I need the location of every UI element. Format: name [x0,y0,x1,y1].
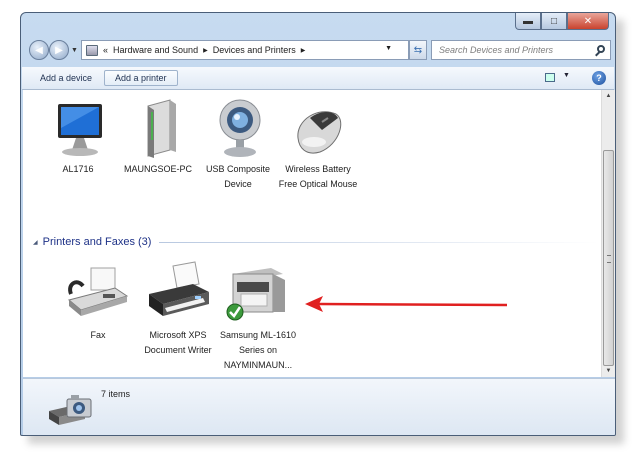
mouse-icon [297,111,342,154]
add-device-button[interactable]: Add a device [30,70,102,86]
change-view-icon[interactable] [545,73,555,82]
printer-label: Samsung ML-1610 Series on NAYMINMAUN... [219,330,297,370]
device-label: AL1716 [62,164,94,174]
search-icon[interactable] [597,45,605,53]
device-label: MAUNGSOE-PC [123,164,192,174]
search-input[interactable]: Search Devices and Printers [431,40,611,60]
add-printer-button[interactable]: Add a printer [104,70,178,86]
device-maungsoe-pc[interactable]: MAUNGSOE-PC [117,98,199,177]
device-usb-composite[interactable]: USB Composite Device [197,98,279,192]
printer-icon [149,261,209,316]
breadcrumb-devices-and-printers[interactable]: Devices and Printers [213,45,296,55]
back-button[interactable]: ◀ [29,40,49,60]
scroll-grip-icon [607,255,611,263]
group-title: Printers and Faxes (3) [42,236,152,248]
webcam-icon [219,99,261,157]
close-button[interactable]: ✕ [567,13,609,30]
printer-default-icon [226,268,285,321]
minimize-button[interactable]: ▬ [515,13,541,30]
help-icon[interactable]: ? [592,71,606,85]
device-label: USB Composite Device [205,164,271,189]
forward-arrow-icon: ▶ [55,44,63,56]
scroll-down-icon[interactable]: ▼ [602,365,615,377]
breadcrumb-separator-icon[interactable]: ▶ [203,47,208,54]
printer-label: Fax [90,330,106,340]
fax-icon [67,267,129,316]
breadcrumb-hardware-and-sound[interactable]: Hardware and Sound [113,45,198,55]
monitor-icon [58,104,102,156]
breadcrumb-separator-icon[interactable]: ▶ [301,47,306,54]
devices-content-pane: AL1716 MAUNGSOE-PC USB Composite Device [23,90,601,377]
refresh-icon: ⇆ [413,44,423,56]
scroll-up-icon[interactable]: ▲ [602,90,615,102]
forward-button[interactable]: ▶ [49,40,69,60]
address-dropdown-icon[interactable]: ▼ [385,45,392,52]
command-bar: Add a device Add a printer ▼ ? [22,67,614,90]
printer-label: Microsoft XPS Document Writer [144,330,212,355]
caption-buttons: ▬ □ ✕ [515,13,609,31]
details-pane: 7 items [23,378,615,435]
device-wireless-mouse[interactable]: Wireless Battery Free Optical Mouse [277,98,359,192]
item-count: 7 items [101,389,131,399]
computer-tower-icon [147,99,176,158]
scrollbar-thumb[interactable] [603,150,614,366]
printer-samsung-ml1610[interactable]: Samsung ML-1610 Series on NAYMINMAUN... [217,260,299,373]
refresh-button[interactable]: ⇆ [409,40,427,60]
back-arrow-icon: ◀ [35,44,43,56]
devices-and-printers-window: ▬ □ ✕ ◀ ▶ ▼ « Hardware and Sound ▶ Devic… [20,12,616,436]
breadcrumb-overflow[interactable]: « [103,45,108,55]
device-label: Wireless Battery Free Optical Mouse [278,164,358,189]
navigation-bar: ◀ ▶ ▼ « Hardware and Sound ▶ Devices and… [21,37,615,63]
vertical-scrollbar[interactable]: ▲ ▼ [601,90,615,377]
address-bar[interactable]: « Hardware and Sound ▶ Devices and Print… [81,40,409,60]
printer-microsoft-xps[interactable]: Microsoft XPS Document Writer [137,260,219,358]
search-placeholder: Search Devices and Printers [439,45,554,55]
printer-fax[interactable]: Fax [57,260,139,343]
group-divider [159,241,599,243]
collapse-group-icon[interactable]: ◢ [33,239,38,246]
recent-pages-dropdown[interactable]: ▼ [71,47,78,54]
maximize-button[interactable]: □ [541,13,567,30]
device-al1716[interactable]: AL1716 [37,98,119,177]
control-panel-icon [86,44,98,56]
view-dropdown-icon[interactable]: ▼ [563,72,570,79]
camera-printer-icon [49,395,92,425]
printers-and-faxes-group-header[interactable]: ◢ Printers and Faxes (3) [33,234,599,250]
annotation-arrow-icon [305,296,508,312]
